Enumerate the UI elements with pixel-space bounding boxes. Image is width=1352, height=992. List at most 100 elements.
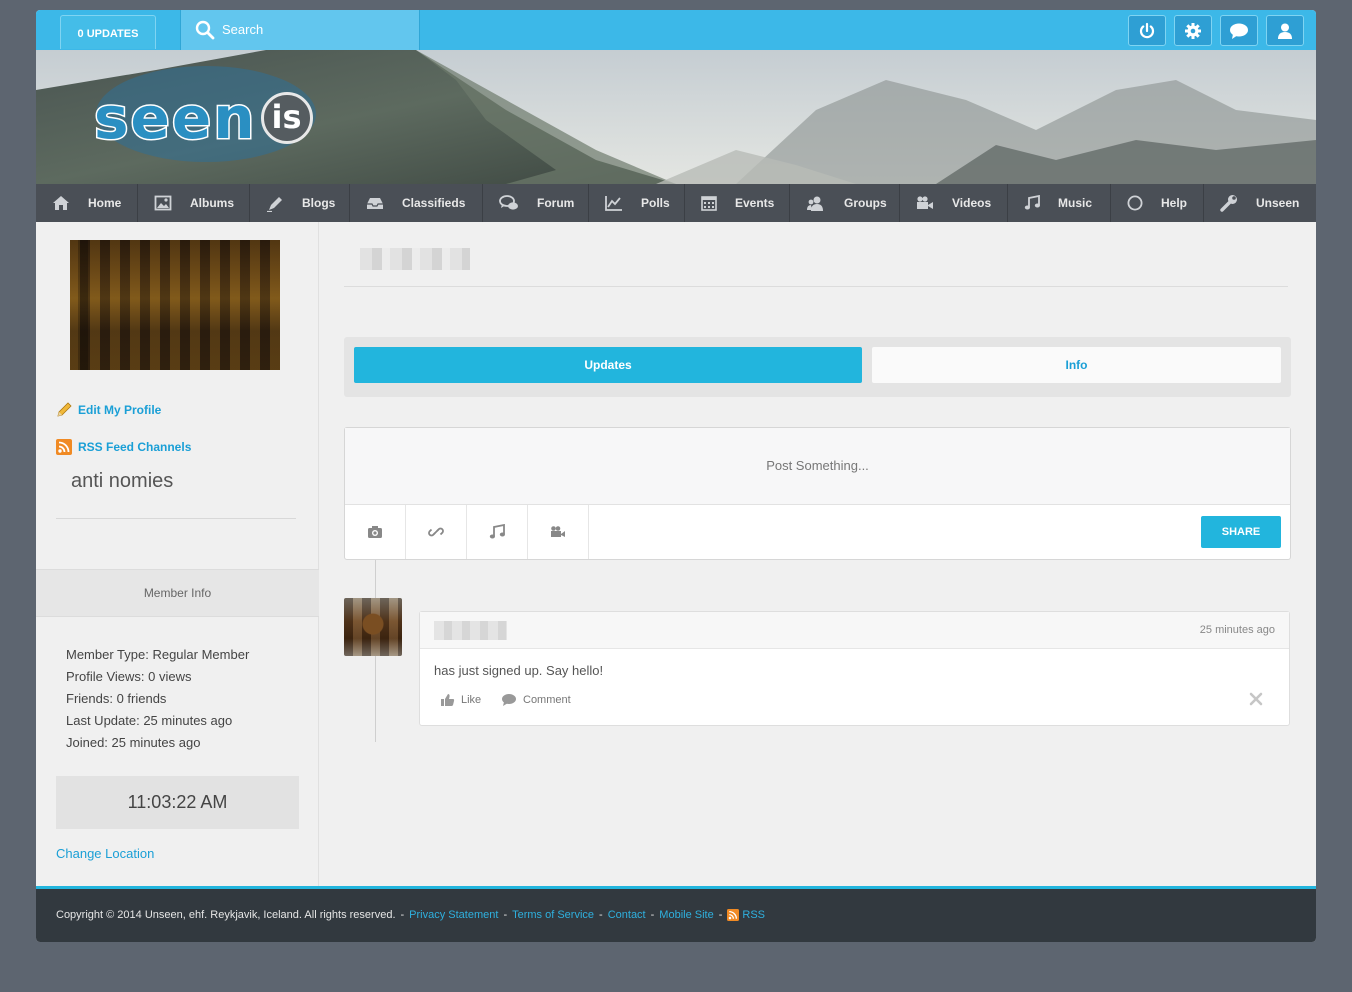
nav-label: Classifieds bbox=[402, 196, 466, 210]
music-icon bbox=[1024, 195, 1040, 210]
nav-item-home[interactable]: Home bbox=[36, 184, 138, 222]
rss-icon bbox=[727, 909, 740, 921]
image-icon bbox=[154, 195, 172, 211]
logo-text: seen bbox=[93, 84, 257, 152]
separator: - bbox=[599, 909, 603, 921]
last-update: Last Update: 25 minutes ago bbox=[66, 713, 233, 728]
profile-tabs: Updates Info bbox=[344, 337, 1291, 397]
comments-icon bbox=[499, 195, 518, 210]
nav-item-help[interactable]: Help bbox=[1111, 184, 1204, 222]
search-box[interactable]: Search bbox=[180, 10, 420, 50]
attach-photo-button[interactable] bbox=[345, 505, 406, 559]
comment-icon bbox=[502, 694, 516, 706]
top-bar: 0 UPDATES Search bbox=[36, 10, 1316, 50]
like-label: Like bbox=[461, 694, 482, 706]
nav-item-events[interactable]: Events bbox=[685, 184, 790, 222]
home-icon bbox=[53, 196, 69, 210]
video-icon bbox=[917, 196, 933, 209]
settings-button[interactable] bbox=[1174, 15, 1212, 46]
like-button[interactable]: Like bbox=[440, 693, 481, 707]
separator: - bbox=[650, 909, 655, 921]
post-input[interactable]: Post Something... bbox=[345, 428, 1290, 505]
circle-icon bbox=[1127, 195, 1143, 211]
nav-label: Groups bbox=[844, 196, 887, 210]
post-composer: Post Something... SHARE bbox=[344, 427, 1291, 560]
chart-icon bbox=[605, 196, 622, 211]
inbox-icon bbox=[367, 198, 383, 209]
user-icon bbox=[1278, 23, 1292, 39]
feed-post: 25 minutes ago has just signed up. Say h… bbox=[419, 611, 1290, 726]
chat-icon bbox=[1230, 23, 1248, 39]
nav-label: Home bbox=[88, 196, 122, 210]
video-icon bbox=[551, 526, 565, 537]
profile-sidebar: Edit My Profile RSS Feed Channels anti n… bbox=[36, 222, 319, 886]
tab-info[interactable]: Info bbox=[872, 347, 1281, 383]
logo-suffix: is bbox=[260, 92, 313, 144]
close-icon bbox=[1249, 692, 1263, 706]
pen-icon bbox=[267, 197, 282, 212]
nav-item-groups[interactable]: Groups bbox=[790, 184, 900, 222]
nav-label: Unseen bbox=[1256, 196, 1300, 210]
copyright-text: Copyright © 2014 Unseen, ehf. Reykjavik,… bbox=[56, 909, 396, 921]
nav-item-polls[interactable]: Polls bbox=[589, 184, 685, 222]
nav-item-forum[interactable]: Forum bbox=[483, 184, 589, 222]
wrench-icon bbox=[1220, 195, 1237, 212]
separator: - bbox=[503, 909, 508, 921]
post-author-name-redacted[interactable] bbox=[434, 621, 507, 640]
local-clock: 11:03:22 AM bbox=[56, 776, 299, 829]
site-logo[interactable]: seen is bbox=[93, 84, 313, 152]
thumbs-up-icon bbox=[441, 694, 455, 706]
profile-photo[interactable] bbox=[70, 240, 280, 370]
divider bbox=[56, 518, 296, 519]
contact-link[interactable]: Contact bbox=[608, 909, 646, 921]
nav-label: Events bbox=[735, 196, 775, 210]
terms-link[interactable]: Terms of Service bbox=[512, 909, 594, 921]
camera-icon bbox=[368, 526, 382, 538]
attach-link-button[interactable] bbox=[406, 505, 467, 559]
calendar-icon bbox=[701, 196, 717, 211]
attach-music-button[interactable] bbox=[467, 505, 528, 559]
nav-label: Music bbox=[1058, 196, 1093, 210]
updates-button[interactable]: 0 UPDATES bbox=[60, 15, 156, 49]
delete-post-button[interactable] bbox=[1249, 692, 1263, 711]
privacy-link[interactable]: Privacy Statement bbox=[409, 909, 498, 921]
mobile-site-link[interactable]: Mobile Site bbox=[659, 909, 713, 921]
pencil-icon bbox=[57, 402, 72, 417]
footer: Copyright © 2014 Unseen, ehf. Reykjavik,… bbox=[36, 886, 1316, 942]
power-button[interactable] bbox=[1128, 15, 1166, 46]
post-body: has just signed up. Say hello! bbox=[434, 663, 604, 678]
profile-title-redacted bbox=[360, 248, 470, 270]
rss-label: RSS bbox=[742, 909, 766, 921]
rss-icon bbox=[56, 439, 72, 455]
nav-item-blogs[interactable]: Blogs bbox=[250, 184, 350, 222]
nav-item-videos[interactable]: Videos bbox=[900, 184, 1008, 222]
footer-line: Copyright © 2014 Unseen, ehf. Reykjavik,… bbox=[56, 909, 765, 921]
attach-video-button[interactable] bbox=[528, 505, 589, 559]
member-info-list: Member Type: Regular Member Profile View… bbox=[66, 646, 249, 756]
rss-link[interactable]: RSS bbox=[727, 909, 765, 921]
profile-views: Profile Views: 0 views bbox=[66, 669, 192, 684]
separator: - bbox=[718, 909, 723, 921]
nav-item-music[interactable]: Music bbox=[1008, 184, 1111, 222]
rss-feed-label: RSS Feed Channels bbox=[78, 440, 192, 454]
messages-button[interactable] bbox=[1220, 15, 1258, 46]
post-author-avatar[interactable] bbox=[344, 598, 402, 656]
main-nav: Home Albums Blogs Classifieds Forum Poll… bbox=[36, 184, 1316, 222]
nav-item-albums[interactable]: Albums bbox=[138, 184, 250, 222]
nav-item-unseen[interactable]: Unseen bbox=[1204, 184, 1316, 222]
nav-item-classifieds[interactable]: Classifieds bbox=[350, 184, 483, 222]
nav-label: Blogs bbox=[302, 196, 336, 210]
change-location-link[interactable]: Change Location bbox=[56, 846, 154, 861]
search-input[interactable]: Search bbox=[222, 22, 263, 37]
edit-profile-link[interactable]: Edit My Profile bbox=[56, 402, 161, 418]
profile-button[interactable] bbox=[1266, 15, 1304, 46]
share-button[interactable]: SHARE bbox=[1201, 516, 1281, 548]
tab-updates[interactable]: Updates bbox=[354, 347, 862, 383]
comment-label: Comment bbox=[523, 694, 571, 706]
gear-icon bbox=[1185, 22, 1201, 39]
power-icon bbox=[1139, 22, 1155, 38]
rss-feed-link[interactable]: RSS Feed Channels bbox=[56, 439, 191, 455]
nav-label: Albums bbox=[190, 196, 235, 210]
member-type: Member Type: Regular Member bbox=[66, 647, 250, 662]
comment-button[interactable]: Comment bbox=[501, 693, 571, 707]
